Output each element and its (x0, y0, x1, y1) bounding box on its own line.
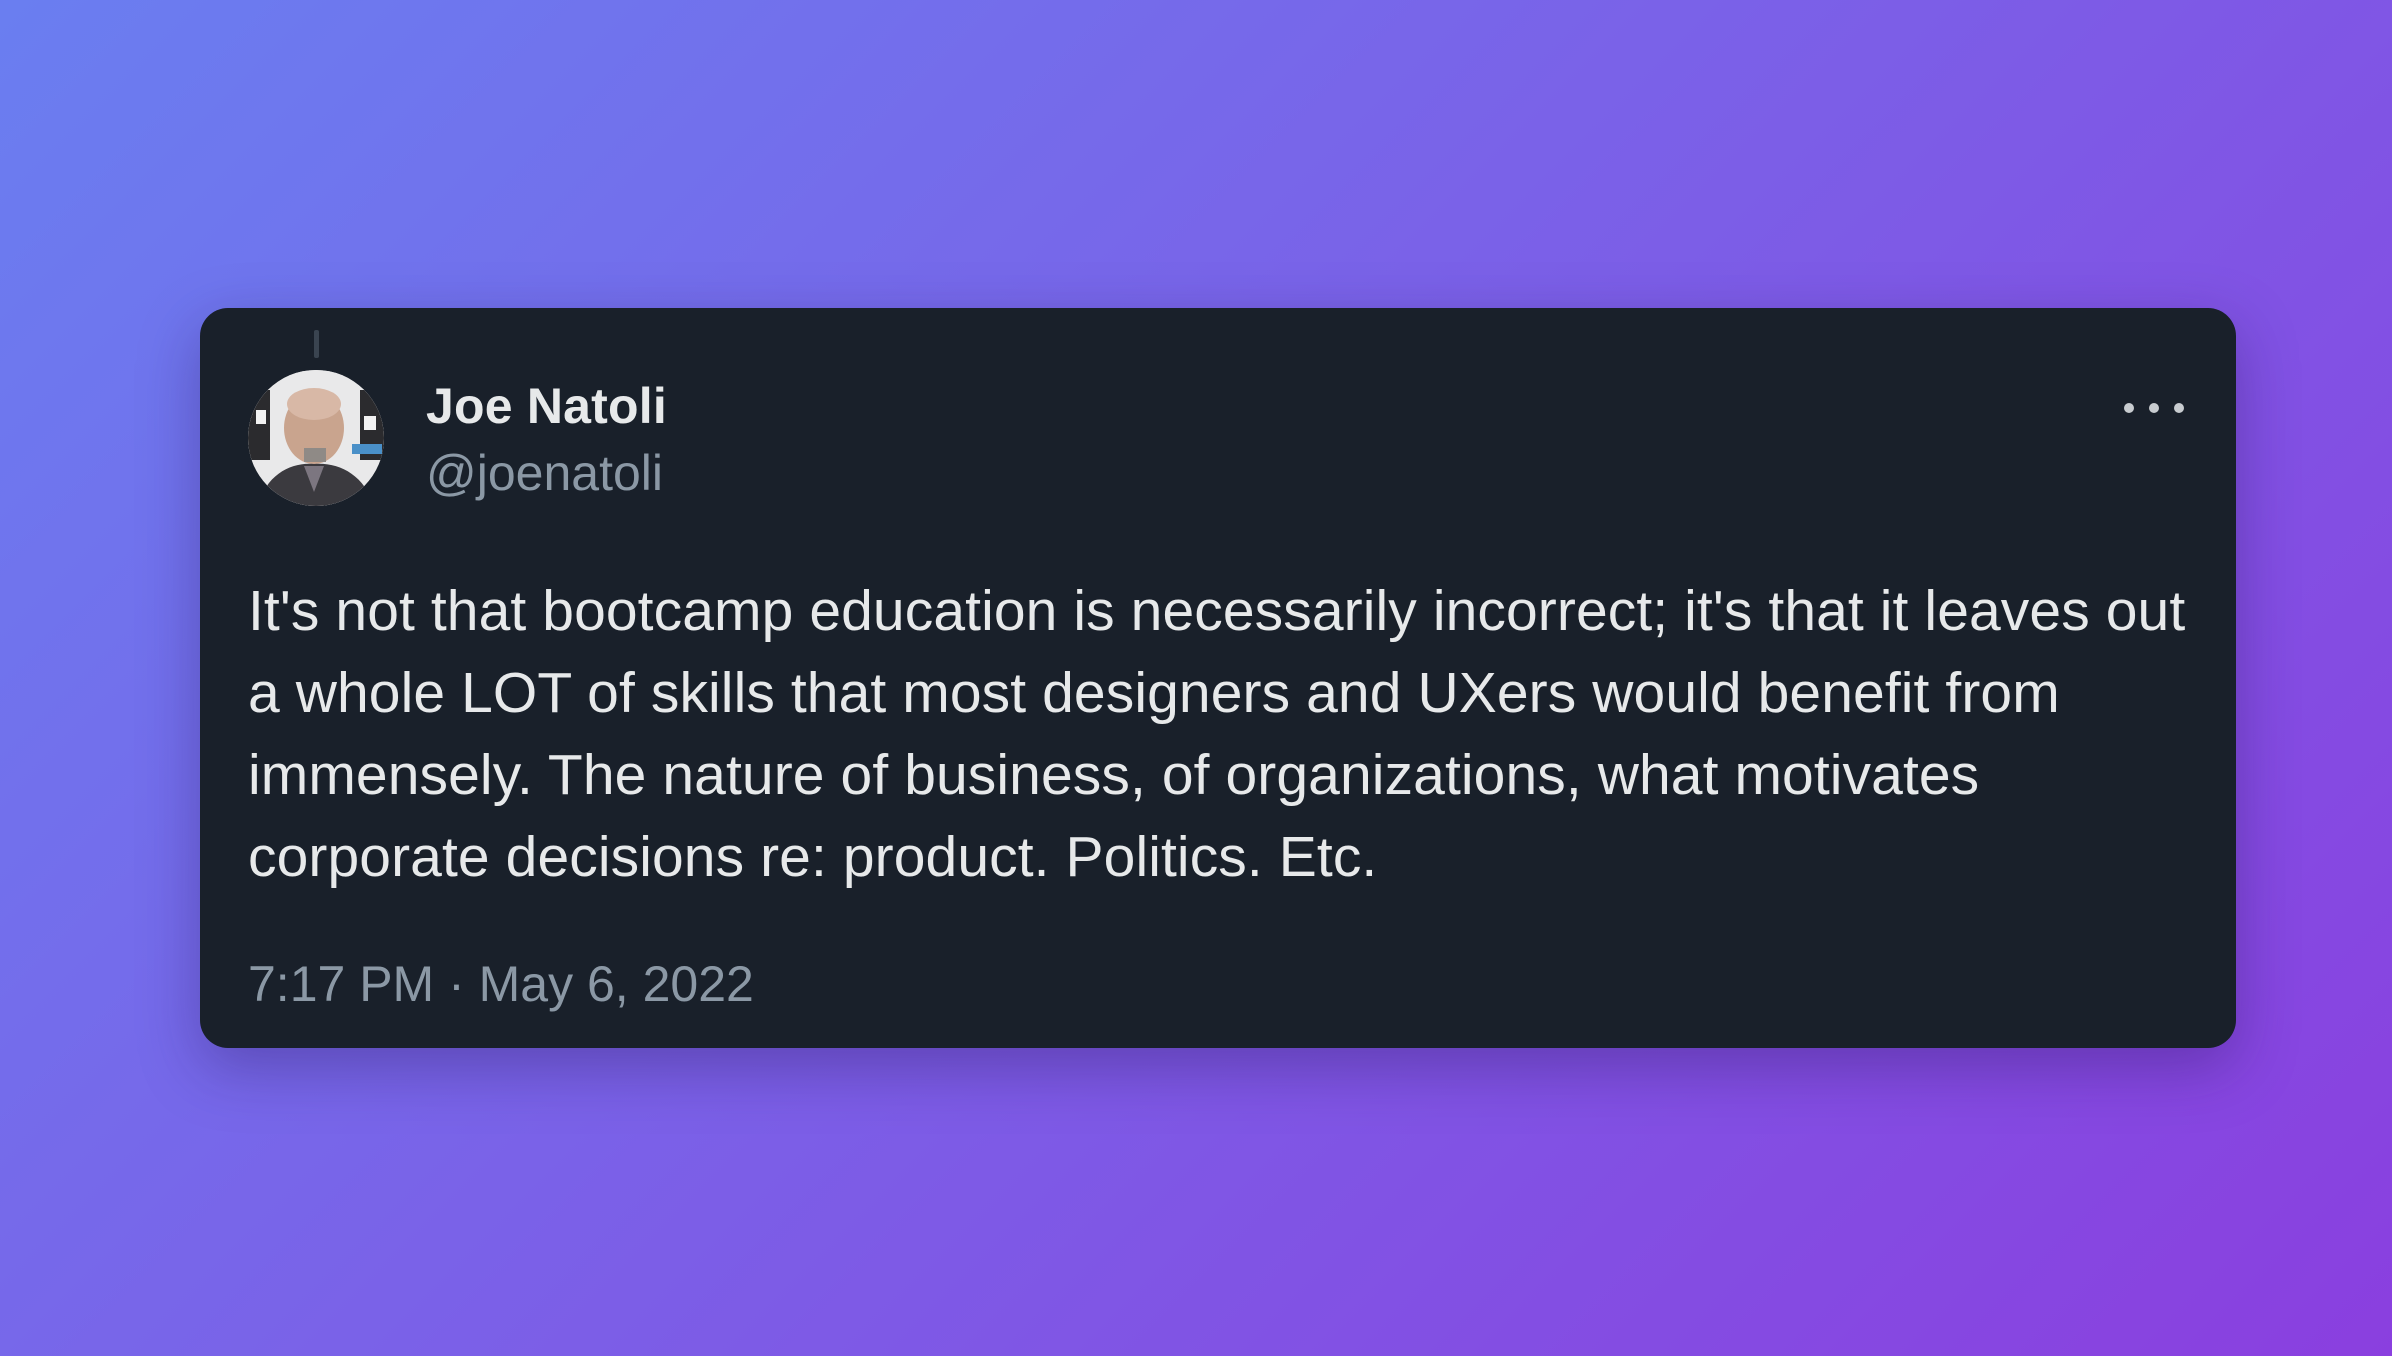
more-dot (2124, 403, 2134, 413)
author-name[interactable]: Joe Natoli (426, 376, 667, 436)
avatar[interactable] (248, 370, 384, 506)
more-horizontal-icon[interactable] (2124, 388, 2184, 428)
more-dot (2174, 403, 2184, 413)
page-background: { "tweet": { "author_name": "Joe Natoli"… (0, 0, 2392, 1356)
more-dot (2149, 403, 2159, 413)
tweet-text: It's not that bootcamp education is nece… (248, 579, 2186, 889)
tweet-card: Joe Natoli @joenatoli It's not that boot… (200, 308, 2236, 1048)
tweet-timestamp[interactable]: 7:17 PM · May 6, 2022 (248, 954, 754, 1014)
thread-connector-line (314, 330, 319, 358)
author-handle[interactable]: @joenatoli (426, 443, 663, 503)
